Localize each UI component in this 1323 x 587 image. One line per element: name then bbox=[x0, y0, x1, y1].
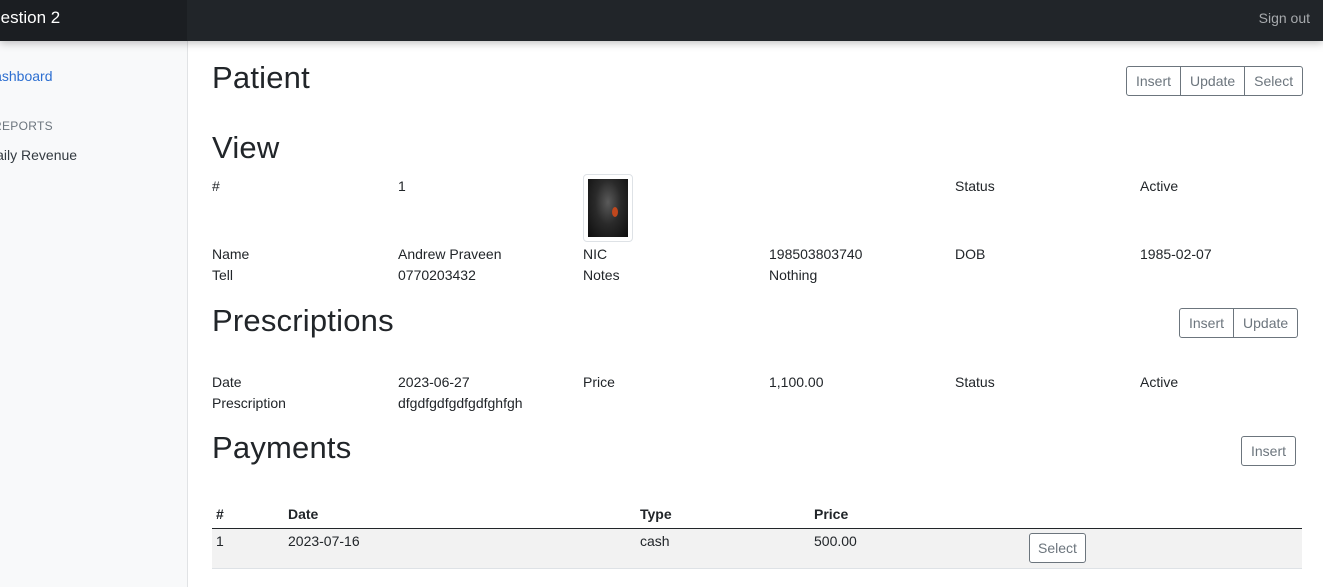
patient-insert-button[interactable]: Insert bbox=[1126, 66, 1182, 96]
table-row: 1 2023-07-16 cash 500.00 Select bbox=[212, 528, 1302, 569]
brand-label: Question 2 bbox=[0, 8, 61, 27]
notes-label: Notes bbox=[583, 267, 620, 283]
name-label: Name bbox=[212, 246, 250, 262]
prescriptions-title: Prescriptions bbox=[212, 303, 394, 338]
payments-title: Payments bbox=[212, 430, 352, 465]
tell-value: 0770203432 bbox=[398, 267, 476, 283]
sign-out-link[interactable]: Sign out bbox=[1259, 0, 1310, 36]
patient-title: Patient bbox=[212, 60, 310, 95]
column-header-action bbox=[1025, 502, 1302, 529]
payment-insert-button[interactable]: Insert bbox=[1241, 436, 1297, 466]
prescription-insert-button[interactable]: Insert bbox=[1179, 308, 1235, 338]
payment-price: 500.00 bbox=[810, 528, 1025, 569]
sidebar: Dashboard REPORTS Daily Revenue bbox=[0, 41, 188, 587]
tell-label: Tell bbox=[212, 267, 234, 283]
name-value: Andrew Praveen bbox=[398, 246, 502, 262]
patient-update-button[interactable]: Update bbox=[1180, 66, 1246, 96]
notes-value: Nothing bbox=[769, 267, 818, 283]
payment-id: 1 bbox=[212, 528, 284, 569]
sidebar-item-dashboard[interactable]: Dashboard bbox=[0, 68, 53, 84]
payment-select-button[interactable]: Select bbox=[1029, 532, 1086, 563]
payment-date: 2023-07-16 bbox=[284, 528, 636, 569]
view-title: View bbox=[212, 130, 280, 165]
sidebar-heading-reports: REPORTS bbox=[0, 119, 53, 133]
top-navbar: Question 2 Sign out bbox=[0, 0, 1323, 41]
brand[interactable]: Question 2 bbox=[0, 0, 187, 41]
dob-label: DOB bbox=[955, 246, 986, 262]
dob-value: 1985-02-07 bbox=[1140, 246, 1212, 262]
payments-table: # Date Type Price 1 2023-07-16 cash 500.… bbox=[212, 502, 1302, 569]
lion-image bbox=[588, 179, 628, 237]
payment-action-cell: Select bbox=[1025, 528, 1302, 569]
prescription-update-button[interactable]: Update bbox=[1233, 308, 1299, 338]
patient-select-button[interactable]: Select bbox=[1244, 66, 1304, 96]
status-label: Status bbox=[955, 178, 995, 194]
sidebar-item-daily-revenue[interactable]: Daily Revenue bbox=[0, 147, 77, 163]
table-header-row: # Date Type Price bbox=[212, 502, 1302, 529]
prescription-status-value: Active bbox=[1140, 374, 1179, 390]
payments-button-group: Insert bbox=[1241, 436, 1297, 466]
prescription-price-value: 1,100.00 bbox=[769, 374, 824, 390]
nic-label: NIC bbox=[583, 246, 608, 262]
prescriptions-button-group: Insert Update bbox=[1179, 308, 1299, 338]
column-header-id: # bbox=[212, 502, 284, 529]
patient-button-group: Insert Update Select bbox=[1126, 66, 1304, 96]
prescription-date-value: 2023-06-27 bbox=[398, 374, 470, 390]
column-header-price: Price bbox=[810, 502, 1025, 529]
payment-type: cash bbox=[636, 528, 810, 569]
patient-photo bbox=[583, 174, 633, 242]
prescription-date-label: Date bbox=[212, 374, 242, 390]
nic-value: 198503803740 bbox=[769, 246, 863, 262]
prescription-status-label: Status bbox=[955, 374, 995, 390]
column-header-type: Type bbox=[636, 502, 810, 529]
prescription-price-label: Price bbox=[583, 374, 615, 390]
prescription-text-label: Prescription bbox=[212, 395, 286, 411]
column-header-date: Date bbox=[284, 502, 636, 529]
prescription-text-value: dfgdfgdfgdfgdfghfgh bbox=[398, 395, 523, 411]
id-label: # bbox=[212, 178, 220, 194]
main-content: Patient Insert Update Select View # 1 St… bbox=[188, 41, 1323, 587]
id-value: 1 bbox=[398, 178, 406, 194]
status-value: Active bbox=[1140, 178, 1179, 194]
